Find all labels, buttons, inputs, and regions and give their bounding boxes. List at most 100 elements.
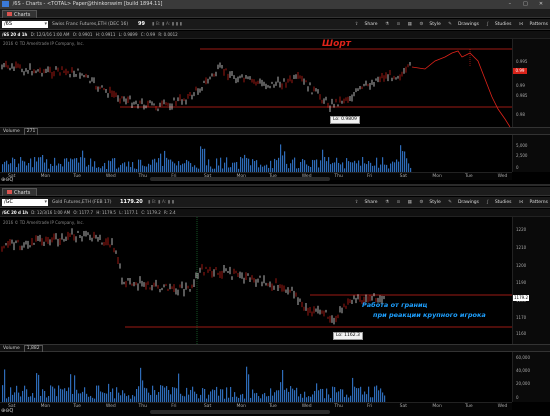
volume-bar	[302, 158, 304, 172]
volume-bar	[88, 164, 90, 172]
axis-tick: 0.98	[516, 112, 525, 117]
volume-bar	[254, 393, 256, 402]
flask-icon[interactable]: ⚗	[385, 200, 389, 205]
volume-bar	[54, 157, 56, 172]
volume-bar	[408, 163, 410, 172]
zoom-controls-1[interactable]: ⊕⊖Q	[1, 177, 13, 183]
pencil-icon[interactable]: ✎	[448, 22, 452, 27]
studies-button[interactable]: Studies	[495, 200, 512, 205]
share-icon[interactable]: ⇪	[355, 200, 359, 205]
volume-bar	[354, 386, 356, 402]
timeframe-label[interactable]: /GC 20 d 1h	[2, 209, 28, 217]
price-axis-1[interactable]: 0.995 0.99 0.985 0.98	[512, 39, 550, 127]
last-price-tag-1: 0.99	[513, 68, 527, 74]
gear-icon[interactable]: ⚙	[419, 22, 423, 27]
time-tick: Thu	[138, 174, 147, 179]
patterns-button[interactable]: Patterns	[529, 22, 548, 27]
volume-bar	[26, 389, 28, 402]
volume-bar	[124, 162, 126, 172]
price-panel-2[interactable]: 2016 © TD Ameritrade IP Company, Inc. Ра…	[0, 217, 512, 344]
volume-bar	[194, 391, 196, 402]
volume-bar	[366, 394, 368, 402]
patterns-icon[interactable]: ⋈	[519, 200, 524, 205]
minimize-icon[interactable]: –	[503, 0, 517, 9]
chart-toolbar-1: /6S ▾ Swiss Franc Futures,ETH (DEC 16) 99…	[0, 19, 550, 30]
volume-bar	[180, 393, 182, 402]
volume-bar	[138, 386, 140, 402]
volume-bar	[116, 387, 118, 402]
style-button[interactable]: Style	[429, 22, 440, 27]
tab-charts-2[interactable]: Charts	[2, 188, 38, 196]
volume-bar	[236, 161, 238, 172]
gear-icon[interactable]: ⚙	[419, 200, 423, 205]
volume-bar	[74, 375, 76, 402]
volume-panel-2[interactable]	[0, 352, 512, 402]
patterns-icon[interactable]: ⋈	[519, 22, 524, 27]
share-button[interactable]: Share	[365, 200, 378, 205]
volume-bar	[28, 163, 30, 172]
flask-icon[interactable]: ⚗	[385, 22, 389, 27]
volume-bar	[160, 153, 162, 172]
volume-bar	[278, 390, 280, 402]
volume-bar	[156, 394, 158, 402]
volume-bar	[384, 164, 386, 172]
chevron-down-icon[interactable]: ▾	[44, 199, 47, 206]
volume-bar	[174, 387, 176, 402]
close-icon[interactable]: ✕	[534, 0, 548, 9]
projection-line	[411, 50, 511, 127]
studies-icon[interactable]: ∫	[486, 22, 488, 27]
volume-bar	[14, 392, 16, 402]
share-button[interactable]: Share	[365, 22, 378, 27]
drawings-button[interactable]: Drawings	[458, 22, 479, 27]
grid-icon[interactable]: ▦	[408, 200, 412, 205]
volume-bar	[380, 164, 382, 172]
pencil-icon[interactable]: ✎	[448, 200, 452, 205]
tab-charts-1[interactable]: Charts	[2, 10, 38, 18]
share-icon[interactable]: ⇪	[355, 22, 359, 27]
horizontal-scrollbar-2[interactable]	[150, 410, 330, 414]
chevron-down-icon[interactable]: ▾	[44, 21, 47, 28]
grid-icon[interactable]: ▦	[408, 22, 412, 27]
volume-bar	[94, 161, 96, 172]
volume-bar	[60, 388, 62, 402]
link-icon[interactable]: ⊙	[396, 22, 400, 27]
horizontal-scrollbar-1[interactable]	[150, 177, 330, 181]
maximize-icon[interactable]: □	[518, 0, 532, 9]
volume-bar	[322, 388, 324, 402]
volume-bar	[44, 162, 46, 172]
price-axis-2[interactable]: 1220 1210 1200 1190 1180 1170 1160	[512, 217, 550, 344]
axis-tick: 1210	[516, 245, 527, 250]
volume-bar	[316, 383, 318, 402]
volume-bar	[320, 160, 322, 172]
time-tick: Mon	[40, 174, 51, 179]
price-panel-1[interactable]: 2016 © TD Ameritrade IP Company, Inc. Шо…	[0, 39, 512, 127]
zoom-controls-2[interactable]: ⊕⊖Q	[1, 408, 13, 414]
chart-toolbar-2: /GC ▾ Gold Futures,ETH (FEB 17) 1179.20 ▮…	[0, 197, 550, 208]
time-tick: Wed	[497, 174, 508, 179]
timeframe-label[interactable]: /6S 20 d 1h	[2, 31, 27, 39]
price-chart-1[interactable]	[0, 39, 512, 127]
volume-bar	[200, 146, 202, 172]
volume-bar	[338, 162, 340, 172]
patterns-button[interactable]: Patterns	[529, 200, 548, 205]
date-value: D: 12/3/16 1:00 AM	[31, 210, 71, 215]
volume-panel-1[interactable]	[0, 135, 512, 172]
volume-bar	[156, 162, 158, 172]
time-tick: Sat	[399, 404, 408, 409]
volume-bar	[392, 161, 394, 172]
price-chart-2[interactable]	[0, 217, 512, 344]
range-value: R: 2.4	[164, 210, 176, 215]
studies-button[interactable]: Studies	[495, 22, 512, 27]
volume-bar	[80, 157, 82, 172]
drawings-button[interactable]: Drawings	[458, 200, 479, 205]
symbol-input-1[interactable]: /6S ▾	[2, 21, 48, 28]
toolbar-right-2: ⇪ Share ⚗ ⊙ ▦ ⚙ Style ✎ Drawings ∫ Studies ⋈…	[349, 197, 548, 208]
volume-bar	[96, 385, 98, 402]
studies-icon[interactable]: ∫	[486, 200, 488, 205]
link-icon[interactable]: ⊙	[396, 200, 400, 205]
volume-bar	[244, 154, 246, 172]
symbol-input-2[interactable]: /GC ▾	[2, 199, 48, 206]
axis-tick: 0	[516, 165, 519, 170]
time-axis-2[interactable]: Sat Mon Tue Wed Thu Fri Sat Mon Tue Wed Thu Fri Sat M…	[0, 402, 512, 410]
style-button[interactable]: Style	[429, 200, 440, 205]
